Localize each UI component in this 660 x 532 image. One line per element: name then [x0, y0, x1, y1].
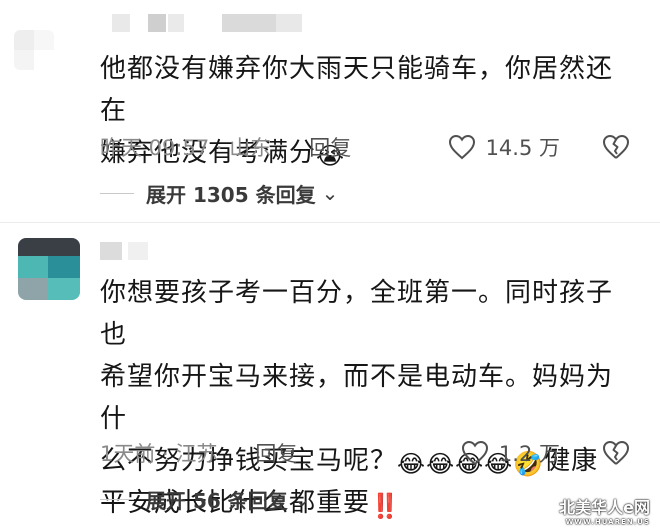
- reply-button[interactable]: 回复: [309, 132, 351, 162]
- expand-replies-button[interactable]: 展开 1305 条回复 ⌄: [100, 178, 338, 208]
- expand-replies-label: 展开 1305 条回复: [146, 182, 316, 207]
- like-button[interactable]: 14.5 万: [448, 132, 560, 162]
- expand-line: [100, 192, 134, 194]
- like-button[interactable]: 1.2 万: [461, 438, 560, 468]
- comment-1: 他都没有嫌弃你大雨天只能骑车，你居然还在 嫌弃他没有考满分😭 昨天 09:57 …: [0, 0, 660, 215]
- watermark-main: 北美华人e网: [559, 498, 650, 517]
- reply-button[interactable]: 回复: [255, 438, 297, 468]
- username-pixelated[interactable]: [100, 242, 300, 262]
- broken-heart-icon: [603, 440, 630, 465]
- chevron-down-icon: ⌄: [321, 181, 339, 205]
- timestamp-location: 昨天 09:57 · 山东: [100, 136, 272, 160]
- expand-line: [100, 498, 134, 500]
- comment-meta: 昨天 09:57 · 山东 回复 14.5 万: [100, 132, 630, 162]
- expand-replies-label: 展开 56 条回复: [146, 488, 288, 513]
- heart-outline-icon: [448, 134, 475, 160]
- expand-replies-button[interactable]: 展开 56 条回复 ⌄: [100, 484, 311, 514]
- comment-2: 你想要孩子考一百分，全班第一。同时孩子也 希望你开宝马来接，而不是电动车。妈妈为…: [0, 222, 660, 532]
- comment-text-line: 他都没有嫌弃你大雨天只能骑车，你居然还在: [100, 54, 614, 126]
- comment-meta: 1天前 · 江苏 回复 1.2 万: [100, 438, 630, 468]
- chevron-down-icon: ⌄: [293, 487, 311, 511]
- timestamp-location: 1天前 · 江苏: [100, 442, 218, 466]
- avatar[interactable]: [18, 238, 80, 300]
- site-watermark: 北美华人e网 WWW.HUAREN.US: [559, 494, 650, 526]
- like-count: 1.2 万: [498, 442, 560, 466]
- watermark-sub: WWW.HUAREN.US: [565, 518, 650, 526]
- comment-text-line: 你想要孩子考一百分，全班第一。同时孩子也: [100, 278, 614, 350]
- comment-text-line: 希望你开宝马来接，而不是电动车。妈妈为什: [100, 362, 614, 434]
- username-pixelated[interactable]: [100, 14, 380, 36]
- dislike-button[interactable]: [602, 440, 630, 466]
- double-exclamation-emoji: ‼️: [370, 492, 401, 520]
- broken-heart-icon: [603, 134, 630, 159]
- heart-outline-icon: [461, 440, 488, 466]
- dislike-button[interactable]: [602, 134, 630, 160]
- avatar[interactable]: [14, 30, 54, 70]
- like-count: 14.5 万: [485, 136, 560, 160]
